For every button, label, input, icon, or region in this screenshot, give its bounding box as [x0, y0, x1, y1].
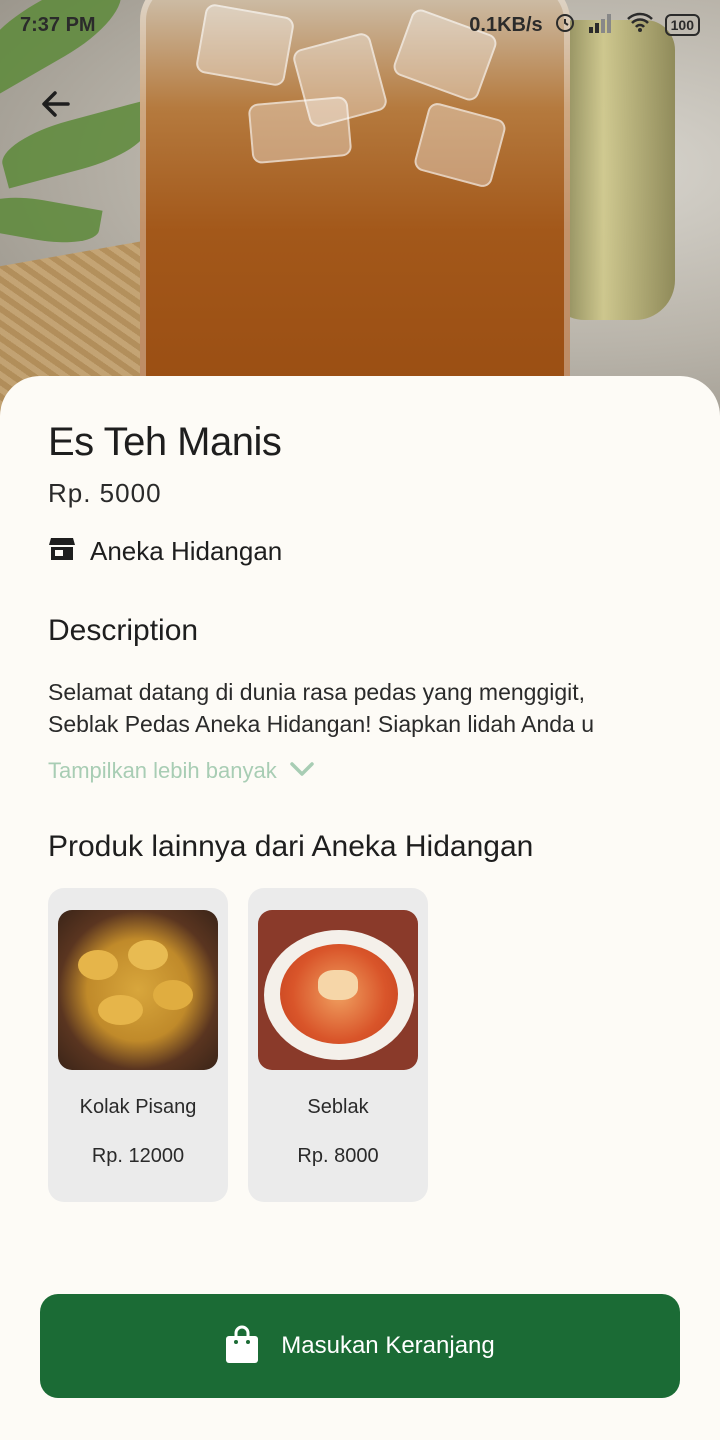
store-row[interactable]: Aneka Hidangan	[48, 536, 282, 567]
kolak-pisang-image	[58, 910, 218, 1070]
product-card-name: Kolak Pisang	[79, 1096, 197, 1118]
related-products-list: Kolak Pisang Rp. 12000 Seblak Rp. 8000	[48, 888, 428, 1202]
signal-icon	[587, 11, 615, 39]
battery-icon: 100	[664, 14, 700, 36]
product-card-seblak[interactable]: Seblak Rp. 8000	[248, 888, 428, 1202]
add-to-cart-button[interactable]: Masukan Keranjang	[40, 1294, 680, 1398]
show-more-label: Tampilkan lebih banyak	[48, 758, 277, 783]
description-line-1: Selamat datang di dunia rasa pedas yang …	[48, 679, 586, 705]
store-name: Aneka Hidangan	[90, 536, 283, 566]
show-more-button[interactable]: Tampilkan lebih banyak	[48, 758, 315, 784]
description-text: Selamat datang di dunia rasa pedas yang …	[48, 676, 668, 740]
store-icon	[48, 536, 76, 567]
status-time: 7:37 PM	[20, 13, 96, 36]
shopping-bag-icon	[225, 1324, 259, 1369]
status-bar: 7:37 PM 0.1KB/s 100	[0, 0, 720, 50]
product-card-price: Rp. 12000	[91, 1145, 185, 1167]
chevron-down-icon	[289, 758, 315, 784]
description-line-2: Seblak Pedas Aneka Hidangan! Siapkan lid…	[48, 711, 595, 737]
wifi-icon	[625, 11, 655, 39]
add-to-cart-label: Masukan Keranjang	[281, 1332, 495, 1359]
product-card-name: Seblak	[307, 1096, 369, 1118]
product-name: Es Teh Manis	[48, 420, 282, 464]
product-hero-image	[0, 0, 720, 420]
seblak-image	[258, 910, 418, 1070]
back-arrow-icon	[38, 86, 74, 127]
product-card-price: Rp. 8000	[297, 1145, 379, 1167]
related-products-heading: Produk lainnya dari Aneka Hidangan	[48, 830, 534, 863]
product-price: Rp. 5000	[48, 478, 162, 508]
description-heading: Description	[48, 614, 199, 647]
network-speed: 0.1KB/s	[469, 13, 543, 36]
product-card-kolak-pisang[interactable]: Kolak Pisang Rp. 12000	[48, 888, 228, 1202]
back-button[interactable]	[30, 80, 82, 132]
alarm-icon	[553, 10, 577, 40]
